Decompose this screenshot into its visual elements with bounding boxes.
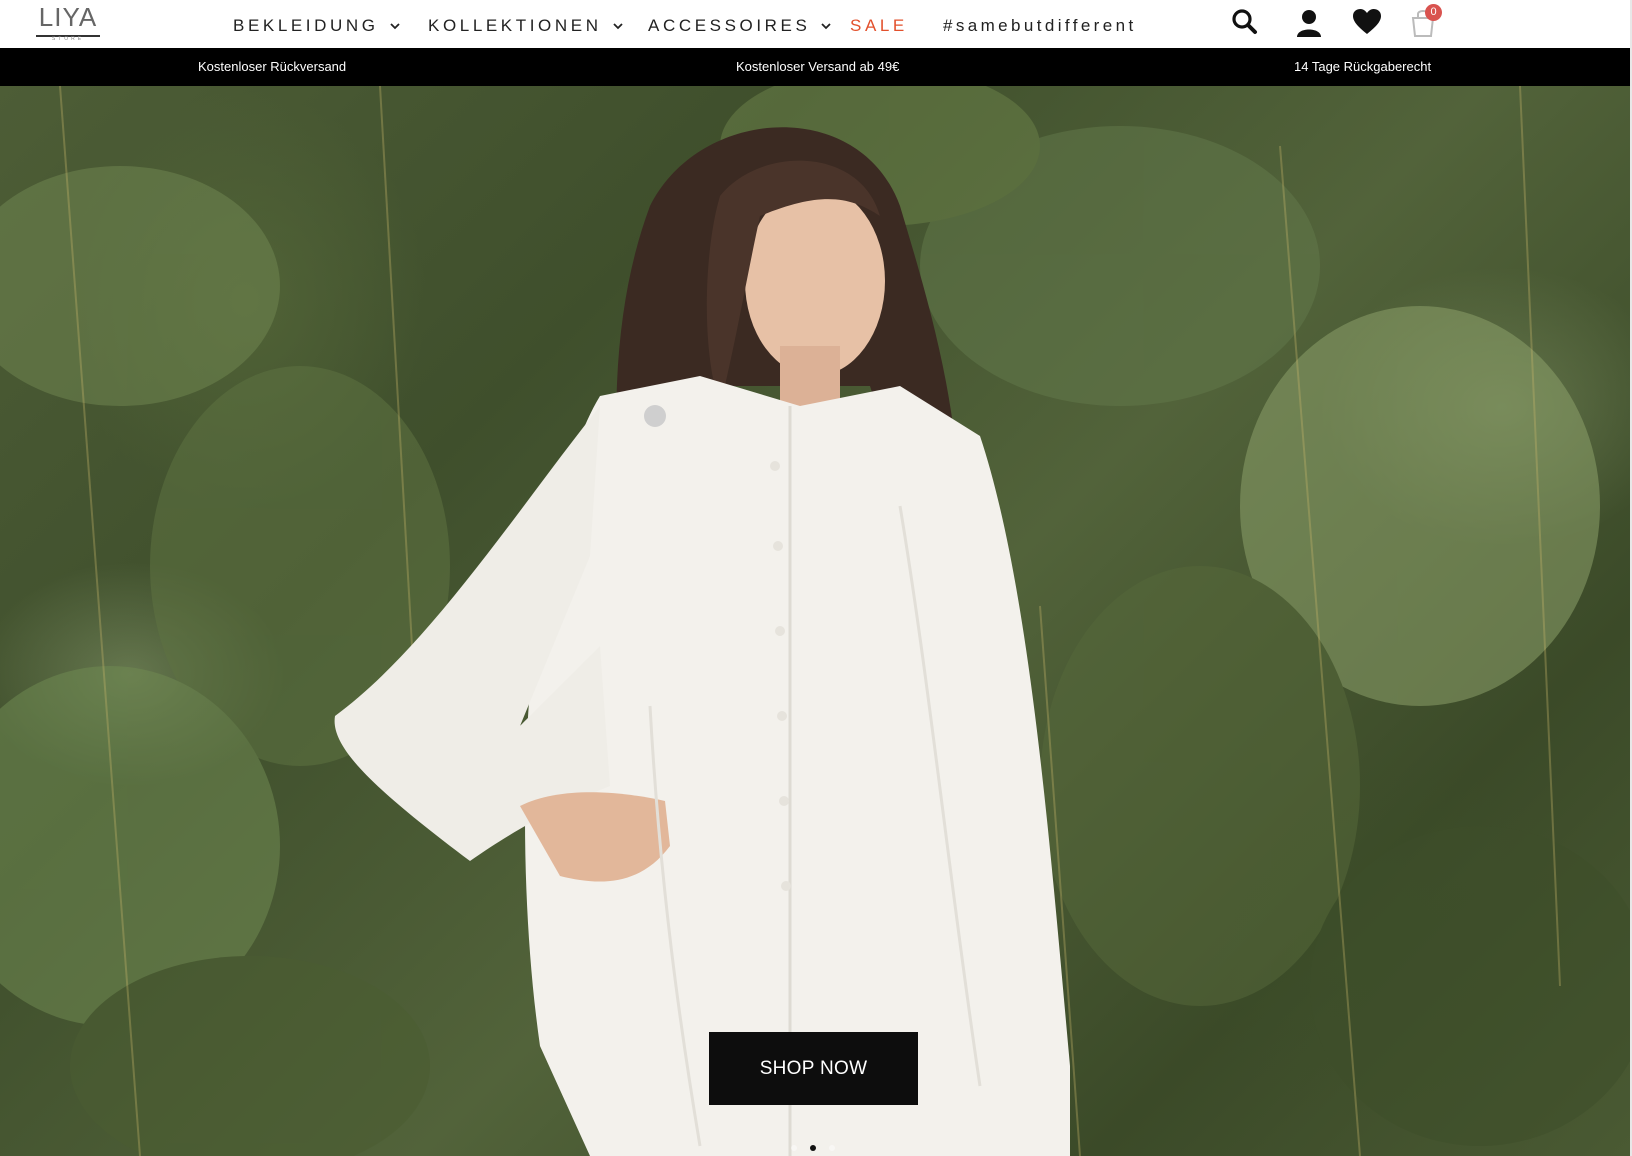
chevron-down-icon [821, 23, 832, 30]
hero-slider[interactable]: SHOP NOW [0, 86, 1632, 1156]
search-button[interactable] [1230, 6, 1260, 38]
nav-item-accessoires[interactable]: ACCESSOIRES [648, 14, 832, 38]
page: LIYA STORE BEKLEIDUNG KOLLEKTIONEN ACCES… [0, 0, 1632, 1156]
logo-text: LIYA [38, 2, 98, 32]
chevron-down-icon [389, 23, 400, 30]
announcement-free-shipping: Kostenloser Versand ab 49€ [736, 59, 900, 74]
nav-item-label: #samebutdifferent [943, 16, 1137, 35]
brand-logo[interactable]: LIYA STORE [34, 2, 102, 42]
nav-item-samebutdifferent[interactable]: #samebutdifferent [943, 14, 1137, 38]
search-icon [1232, 9, 1257, 34]
nav-item-bekleidung[interactable]: BEKLEIDUNG [233, 14, 401, 38]
cart-count-badge: 0 [1425, 4, 1442, 21]
announcement-bar: Kostenloser Rückversand Kostenloser Vers… [0, 48, 1632, 86]
slide-dot[interactable] [829, 1145, 835, 1151]
slide-dot-active[interactable] [810, 1145, 816, 1151]
model-photo [334, 127, 1070, 1156]
nav-item-label: KOLLEKTIONEN [428, 16, 602, 35]
account-button[interactable] [1294, 6, 1324, 38]
nav-item-label: ACCESSOIRES [648, 16, 811, 35]
slider-pagination [788, 1143, 840, 1153]
wishlist-button[interactable] [1351, 6, 1383, 38]
announcement-return-policy: 14 Tage Rückgaberecht [1294, 59, 1432, 74]
user-icon [1297, 10, 1321, 37]
nav-item-label: BEKLEIDUNG [233, 16, 379, 35]
announcement-free-returns: Kostenloser Rückversand [198, 59, 347, 74]
shop-now-button[interactable]: SHOP NOW [709, 1032, 918, 1105]
nav-item-sale[interactable]: SALE [850, 14, 908, 38]
nav-item-kollektionen[interactable]: KOLLEKTIONEN [428, 14, 624, 38]
heart-icon [1353, 9, 1381, 34]
site-header: LIYA STORE BEKLEIDUNG KOLLEKTIONEN ACCES… [0, 0, 1632, 48]
nav-item-label: SALE [850, 16, 908, 35]
chevron-down-icon [612, 23, 623, 30]
slide-dot[interactable] [791, 1145, 797, 1151]
logo-subtext: STORE [51, 36, 85, 42]
